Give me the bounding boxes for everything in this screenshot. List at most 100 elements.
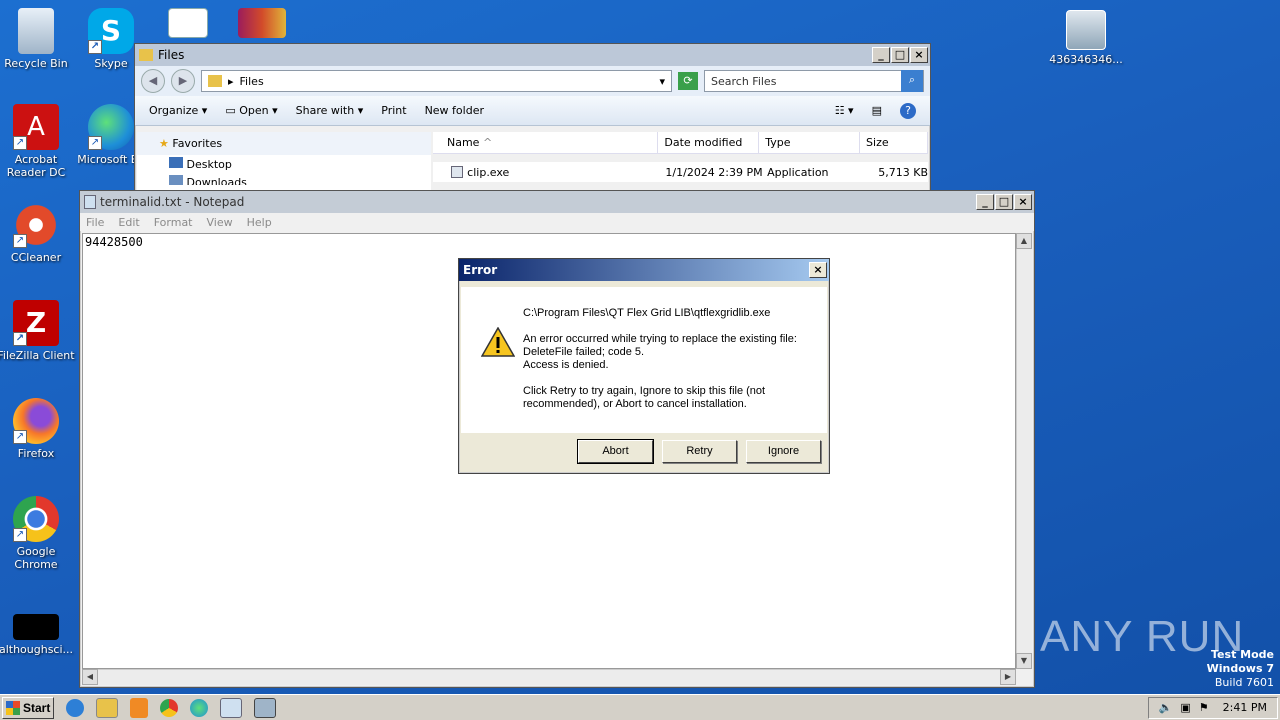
minimize-button[interactable]: _ (872, 47, 890, 63)
system-tray: 🔈 ▣ ⚑ 2:41 PM (1147, 696, 1278, 719)
error-line-4: Click Retry to try again, Ignore to skip… (523, 385, 766, 410)
search-icon[interactable]: ⌕ (901, 70, 923, 92)
downloads-icon (169, 175, 183, 185)
chevron-down-icon[interactable]: ▾ (659, 75, 665, 88)
desktop-icon-ccleaner[interactable]: ↗ CCleaner (0, 202, 76, 264)
menu-view[interactable]: View (207, 216, 233, 229)
edge-taskbar-icon[interactable] (190, 698, 208, 717)
notepad-titlebar: terminalid.txt - Notepad _ □ × (80, 191, 1034, 213)
file-type: Application (767, 165, 829, 179)
new-folder-button[interactable]: New folder (425, 104, 484, 117)
desktop-icon-althoughsci[interactable]: althoughsci... (0, 614, 76, 656)
recycle-bin-icon (18, 8, 54, 54)
volume-icon[interactable]: 🔈 (1159, 701, 1173, 714)
column-type[interactable]: Type (759, 132, 861, 153)
desktop-icon-label: Firefox (17, 447, 55, 460)
installer-taskbar-icon[interactable] (254, 697, 276, 718)
acrobat-icon: A ↗ (13, 104, 59, 150)
close-button[interactable]: × (910, 47, 928, 63)
abort-button[interactable]: Abort (577, 439, 654, 464)
maximize-button[interactable]: □ (891, 47, 909, 63)
menu-file[interactable]: File (86, 216, 104, 229)
menu-edit[interactable]: Edit (118, 216, 139, 229)
network-icon[interactable]: ▣ (1180, 701, 1190, 714)
desktop-icon-installer[interactable]: 436346346... (1046, 10, 1126, 66)
help-icon[interactable]: ? (900, 102, 916, 119)
desktop-icon-recycle-bin[interactable]: Recycle Bin (0, 8, 76, 70)
error-titlebar: Error × (459, 259, 829, 281)
desktop-icon-label: FileZilla Client (0, 349, 75, 362)
search-input[interactable]: Search Files ⌕ (704, 70, 924, 92)
error-title: Error (463, 263, 498, 277)
column-name[interactable]: Name ^ (433, 132, 659, 153)
desktop-icon-chrome[interactable]: ↗ Google Chrome (0, 496, 76, 571)
folder-icon (139, 49, 153, 61)
maximize-button[interactable]: □ (995, 194, 1013, 210)
nav-downloads[interactable]: Downloads (137, 173, 431, 185)
flag-icon[interactable]: ⚑ (1199, 701, 1209, 714)
error-line-3: Access is denied. (523, 359, 609, 371)
column-name-label: Name (447, 136, 480, 149)
menu-help[interactable]: Help (247, 216, 272, 229)
preview-pane-icon[interactable]: ▤ (872, 104, 882, 117)
media-player-icon[interactable] (130, 697, 148, 718)
address-bar[interactable]: ▸ Files ▾ (201, 70, 672, 92)
folder-icon (208, 75, 222, 87)
clock[interactable]: 2:41 PM (1223, 701, 1267, 714)
desktop-icon-word-doc[interactable] (148, 8, 228, 41)
start-button[interactable]: Start (2, 696, 54, 719)
refresh-icon[interactable]: ⟳ (678, 72, 698, 90)
desktop-label: Desktop (186, 158, 232, 171)
close-button[interactable]: × (809, 262, 827, 278)
nav-favorites[interactable]: ★ Favorites (137, 132, 431, 155)
close-button[interactable]: × (1014, 194, 1032, 210)
scroll-right-arrow-icon[interactable]: ▶ (1000, 669, 1016, 685)
notepad-menubar: File Edit Format View Help (80, 213, 1034, 231)
horizontal-scrollbar[interactable]: ◀ ▶ (82, 669, 1016, 685)
view-options-icon[interactable]: ☷ ▾ (835, 104, 854, 117)
explorer-title: Files (158, 48, 185, 62)
explorer-taskbar-icon[interactable] (96, 697, 118, 718)
error-message: C:\Program Files\QT Flex Grid LIB\qtflex… (523, 307, 823, 424)
forward-button[interactable]: ▶ (171, 69, 195, 93)
desktop-icon-acrobat[interactable]: A ↗ Acrobat Reader DC (0, 104, 76, 179)
windows-logo-icon (6, 700, 20, 715)
downloads-label: Downloads (186, 176, 247, 185)
column-date[interactable]: Date modified (658, 132, 760, 153)
vertical-scrollbar[interactable]: ▲ ▼ (1016, 233, 1032, 669)
ignore-button[interactable]: Ignore (746, 440, 821, 463)
scroll-left-arrow-icon[interactable]: ◀ (82, 669, 98, 685)
scroll-up-arrow-icon[interactable]: ▲ (1016, 233, 1032, 249)
print-button[interactable]: Print (381, 104, 406, 117)
nav-desktop[interactable]: Desktop (137, 155, 431, 173)
retry-button[interactable]: Retry (662, 440, 737, 463)
notepad-taskbar-icon[interactable] (220, 697, 242, 718)
column-size[interactable]: Size (860, 132, 929, 153)
error-dialog: Error × C:\Program Files\QT Flex Grid LI… (458, 258, 830, 474)
desktop-icon-label: Google Chrome (14, 545, 58, 571)
desktop-icon-filezilla[interactable]: Z ↗ FileZilla Client (0, 300, 76, 362)
chrome-taskbar-icon[interactable] (160, 698, 178, 717)
desktop-icon-firefox[interactable]: ↗ Firefox (0, 398, 76, 460)
desktop-icon-label: Recycle Bin (4, 57, 68, 70)
back-button[interactable]: ◀ (141, 69, 165, 93)
explorer-navbar: ◀ ▶ ▸ Files ▾ ⟳ Search Files ⌕ (135, 66, 930, 96)
open-button[interactable]: ▭ Open ▾ (225, 104, 277, 117)
internet-explorer-icon[interactable] (66, 698, 84, 717)
file-date: 1/1/2024 2:39 PM (665, 165, 763, 179)
desktop-icon-winrar[interactable] (222, 8, 302, 41)
notepad-title: terminalid.txt - Notepad (100, 195, 245, 209)
organize-button[interactable]: Organize ▾ (149, 104, 207, 117)
share-with-button[interactable]: Share with ▾ (296, 104, 364, 117)
scroll-down-arrow-icon[interactable]: ▼ (1016, 653, 1032, 669)
explorer-titlebar: Files _ □ × (135, 44, 930, 66)
firefox-icon: ↗ (13, 398, 59, 444)
table-row[interactable]: clip.exe 1/1/2024 2:39 PM Application 5,… (433, 162, 928, 182)
build-line: Build 7601 (1214, 676, 1274, 689)
minimize-button[interactable]: _ (976, 194, 994, 210)
word-document-icon (168, 8, 208, 38)
share-with-label: Share with (295, 104, 355, 117)
start-label: Start (23, 700, 51, 715)
exe-file-icon (451, 166, 464, 178)
menu-format[interactable]: Format (154, 216, 193, 229)
